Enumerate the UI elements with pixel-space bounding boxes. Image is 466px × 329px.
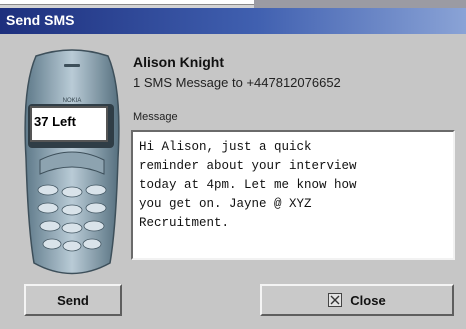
message-textarea[interactable]: Hi Alison, just a quick reminder about y…	[131, 130, 455, 260]
send-button[interactable]: Send	[24, 284, 122, 316]
window-title: Send SMS	[6, 12, 75, 28]
background-window-edge	[0, 0, 254, 5]
close-button[interactable]: Close	[260, 284, 454, 316]
svg-text:NOKIA: NOKIA	[63, 98, 82, 104]
title-bar[interactable]: Send SMS	[0, 8, 466, 34]
send-button-label: Send	[57, 292, 89, 308]
background-window-panel	[254, 0, 466, 8]
background-window-strip	[0, 0, 466, 8]
close-button-label: Close	[350, 292, 386, 308]
phone-screen-counter: 37 Left	[30, 106, 108, 142]
recipient-summary: 1 SMS Message to +447812076652	[133, 75, 341, 90]
recipient-name: Alison Knight	[133, 54, 224, 70]
send-sms-dialog: Send SMS NOKIA 37 Left Alison Knight 1 S…	[0, 8, 466, 329]
mobile-phone-icon: NOKIA 37 Left	[18, 48, 126, 280]
close-icon	[328, 293, 343, 307]
message-label: Message	[133, 111, 178, 123]
